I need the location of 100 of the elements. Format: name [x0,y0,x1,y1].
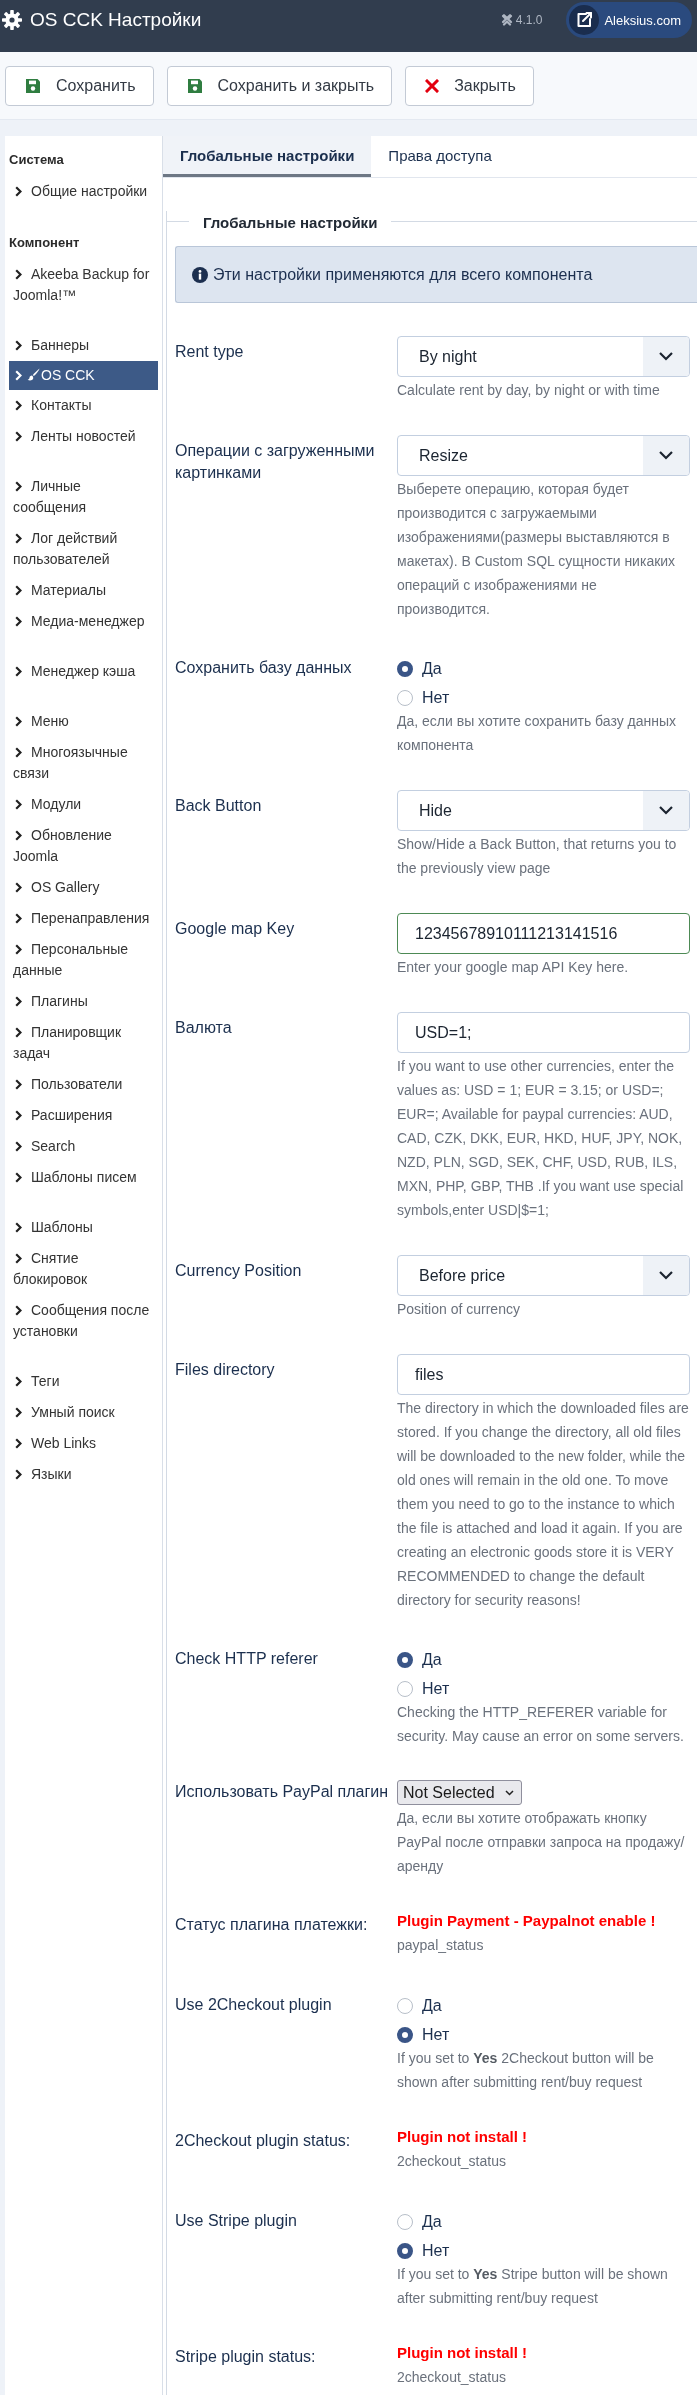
sidebar-item[interactable]: Медиа-менеджер [9,606,158,637]
sidebar-item[interactable]: Akeeba Backup for Joomla!™ [9,259,158,311]
sidebar-item[interactable]: Плагины [9,986,158,1017]
sidebar-item[interactable]: OS CCK [9,361,158,390]
field-description: Checking the HTTP_REFERER variable for security. May cause an error on some servers. [397,1703,685,1746]
sidebar-item[interactable]: Пользователи [9,1069,158,1100]
dropdown[interactable]: Before price [397,1255,690,1296]
chevron-icon [15,1438,22,1449]
tab[interactable]: Права доступа [371,136,509,177]
close-button[interactable]: Закрыть [405,65,534,106]
dropdown[interactable]: Hide [397,790,690,831]
radio-button[interactable] [397,1651,413,1668]
sidebar-item[interactable]: Обновление Joomla [9,820,158,872]
chevron-down-icon [643,1256,689,1295]
dropdown[interactable]: By night [397,336,690,377]
sidebar-item[interactable]: Ленты новостей [9,421,158,452]
sidebar-item[interactable]: Шаблоны [9,1212,158,1243]
external-link-icon [569,5,600,35]
radio-button[interactable] [397,2026,413,2043]
dropdown[interactable]: Not Selected [397,1780,522,1805]
radio-button[interactable] [397,1997,413,2014]
field-description: If you set to Yes 2Checkout button will be shown after submitting rent/buy request [397,2049,655,2092]
chevron-icon [15,1305,22,1316]
option-label: Да [422,2212,442,2231]
chevron-icon [15,1407,22,1418]
tab[interactable]: Глобальные настройки [163,136,372,177]
save-icon [186,77,203,94]
sidebar-item[interactable]: Перенаправления [9,903,158,934]
sidebar-item[interactable]: Теги [9,1366,158,1397]
field-description: Выберете операцию, которая будет производится с загружаемыми изображениями(размеры выставляются в макетах). В Custom SQL сущности никаких операций с изображениями не производится. [397,480,677,619]
sidebar-item[interactable]: Многоязычные связи [9,737,158,789]
field-label: Статус плагина платежки: [175,1915,369,1935]
chevron-icon [15,666,22,677]
sidebar-item[interactable]: Снятие блокировок [9,1243,158,1295]
save-icon [25,77,41,94]
close-icon [425,78,440,93]
chevron-icon [15,400,22,411]
field-description: Enter your google map API Key here. [397,958,630,977]
field-label: Currency Position [175,1261,303,1281]
field-label: Google map Key [175,919,296,939]
site-link-button[interactable]: Aleksius.com [566,2,692,38]
chevron-icon [15,1110,22,1121]
field-label: Использовать PayPal плагин [175,1782,390,1802]
sidebar-item[interactable]: Языки [9,1459,158,1490]
field-label: 2Checkout plugin status: [175,2131,352,2151]
sidebar-item[interactable]: Планировщик задач [9,1017,158,1069]
sidebar-item[interactable]: Сообщения после установки [9,1295,158,1347]
chevron-icon [15,882,22,893]
brush-icon [27,368,40,381]
field-label: Stripe plugin status: [175,2347,317,2367]
text-field[interactable]: 12345678910111213141516 [397,913,690,954]
sidebar-item[interactable]: Меню [9,706,158,737]
sidebar-item[interactable]: Search [9,1131,158,1162]
field-label: Rent type [175,342,245,362]
sidebar-item[interactable]: Баннеры [9,330,158,361]
field-label: Files directory [175,1360,276,1380]
sidebar-item[interactable]: Менеджер кэша [9,656,158,687]
status-message: Plugin not install ! [397,2343,528,2363]
chevron-down-icon [643,337,689,376]
sidebar-item[interactable]: Расширения [9,1100,158,1131]
chevron-down-icon [504,1789,514,1796]
save-button[interactable]: Сохранить [5,65,154,106]
logo-icon [500,14,513,26]
sidebar-item[interactable]: Персональные данные [9,934,158,986]
text-field[interactable]: USD=1; [397,1012,690,1053]
sidebar-item[interactable]: Умный поиск [9,1397,158,1428]
field-label: Check HTTP referer [175,1649,319,1669]
sidebar-item[interactable]: Шаблоны писем [9,1162,158,1193]
sidebar-item[interactable]: Web Links [9,1428,158,1459]
option-label: Нет [422,688,450,707]
sidebar-item[interactable]: Материалы [9,575,158,606]
field-description: paypal_status [397,1936,485,1955]
version-label: 4.1.0 [515,13,543,27]
radio-button[interactable] [397,2242,413,2259]
chevron-icon [15,431,22,442]
dropdown[interactable]: Resize [397,435,690,476]
chevron-icon [15,186,22,197]
sidebar-item[interactable]: Общие настройки [9,176,158,207]
status-message: Plugin Payment - Paypalnot enable ! [397,1911,657,1931]
chevron-icon [15,944,22,955]
save-button[interactable]: Сохранить и закрыть [166,65,393,106]
field-description: 2checkout_status [397,2368,507,2387]
radio-button[interactable] [397,1680,413,1697]
sidebar-item[interactable]: OS Gallery [9,872,158,903]
radio-button[interactable] [397,660,413,677]
field-description: Да, если вы хотите сохранить базу данных компонента [397,712,678,755]
sidebar-item[interactable]: Контакты [9,390,158,421]
sidebar-item[interactable]: Модули [9,789,158,820]
status-message: Plugin not install ! [397,2127,528,2147]
chevron-down-icon [643,791,689,830]
radio-button[interactable] [397,689,413,706]
radio-button[interactable] [397,2213,413,2230]
chevron-icon [15,370,22,381]
sidebar-heading: Компонент [9,234,81,252]
text-field[interactable]: files [397,1354,690,1395]
info-icon [192,266,208,283]
sidebar-item[interactable]: Личные сообщения [9,471,158,523]
chevron-icon [15,830,22,841]
option-label: Да [422,1996,442,2015]
sidebar-item[interactable]: Лог действий пользователей [9,523,158,575]
